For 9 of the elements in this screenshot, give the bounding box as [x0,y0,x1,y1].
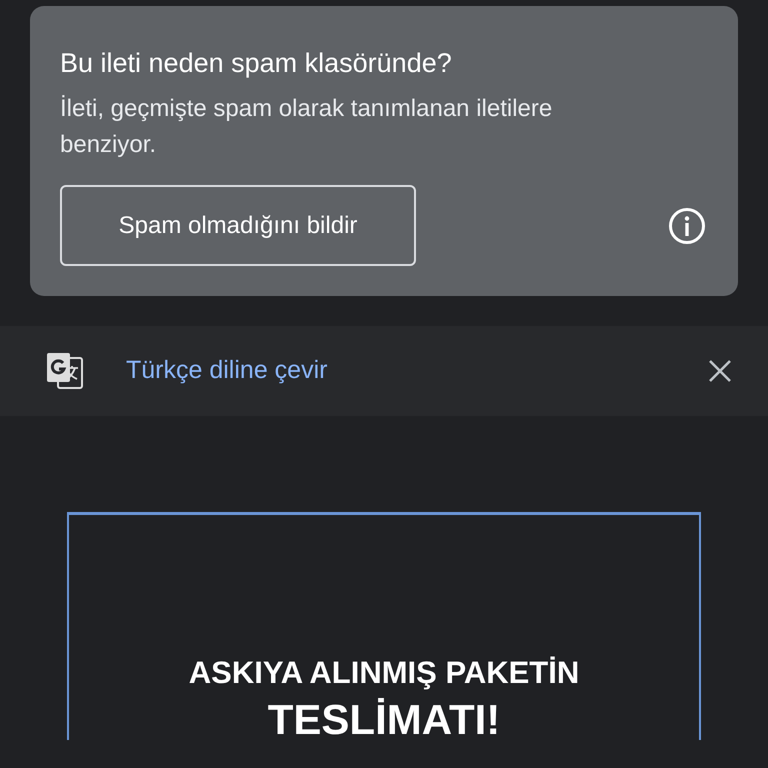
email-headline: ASKIYA ALINMIŞ PAKETİN [188,654,580,692]
close-icon[interactable] [708,359,732,383]
notice-title: Bu ileti neden spam klasöründe? [60,47,453,80]
info-icon[interactable] [668,206,706,245]
report-not-spam-button[interactable]: Spam olmadığını bildir [60,185,416,266]
notice-message: İleti, geçmişte spam olarak tanımlanan iletilere benziyor. [60,94,554,160]
translate-link[interactable]: Türkçe diline çevir [126,352,328,390]
email-headline-large: TESLİMATI! [266,697,502,744]
translate-icon [46,352,84,390]
